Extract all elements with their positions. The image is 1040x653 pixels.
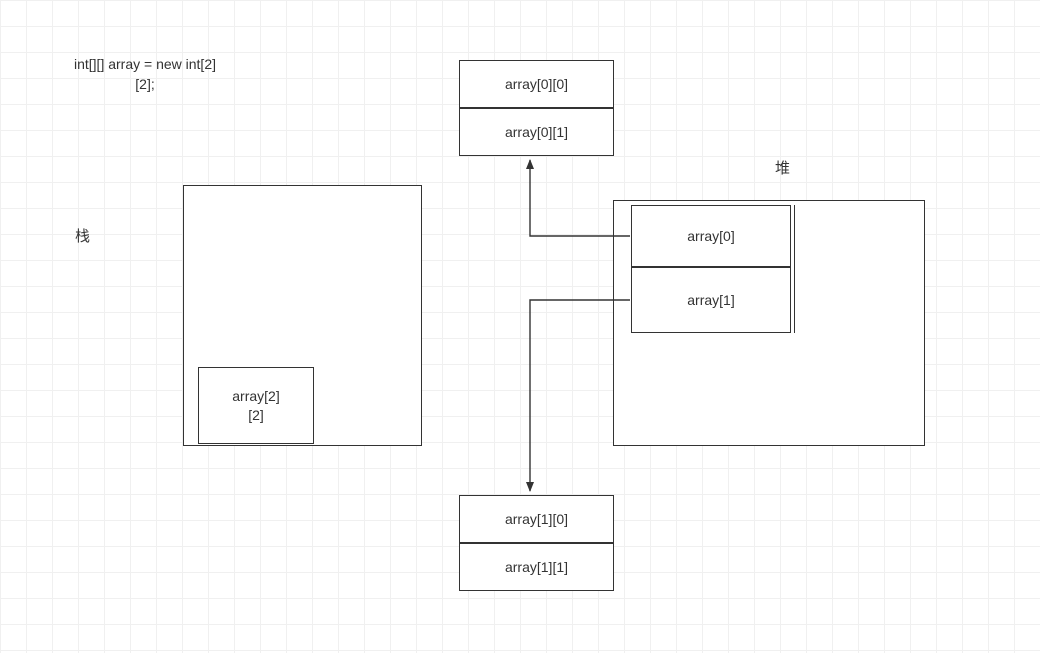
stack-cell-array22: array[2] [2] [198,367,314,444]
bottom-cell-10-text: array[1][0] [505,511,568,527]
declaration-line-2: [2]; [30,75,260,95]
heap-cell-array0: array[0] [631,205,791,267]
top-cell-01-text: array[0][1] [505,124,568,140]
heap-cell-array0-text: array[0] [687,228,734,244]
heap-inner-divider [794,205,795,333]
heap-label: 堆 [775,157,790,178]
stack-container: array[2] [2] [183,185,422,446]
code-declaration: int[][] array = new int[2] [2]; [30,55,260,94]
stack-cell-line1: array[2] [232,387,279,405]
heap-container: array[0] array[1] [613,200,925,446]
top-cell-01: array[0][1] [459,108,614,156]
heap-cell-array1: array[1] [631,267,791,333]
declaration-line-1: int[][] array = new int[2] [30,55,260,75]
stack-label: 栈 [75,225,90,246]
top-cell-00-text: array[0][0] [505,76,568,92]
stack-cell-line2: [2] [248,406,264,424]
bottom-cell-11-text: array[1][1] [505,559,568,575]
heap-cell-array1-text: array[1] [687,292,734,308]
bottom-cell-11: array[1][1] [459,543,614,591]
top-cell-00: array[0][0] [459,60,614,108]
diagram-layer: int[][] array = new int[2] [2]; 栈 堆 arra… [0,0,1040,653]
bottom-cell-10: array[1][0] [459,495,614,543]
